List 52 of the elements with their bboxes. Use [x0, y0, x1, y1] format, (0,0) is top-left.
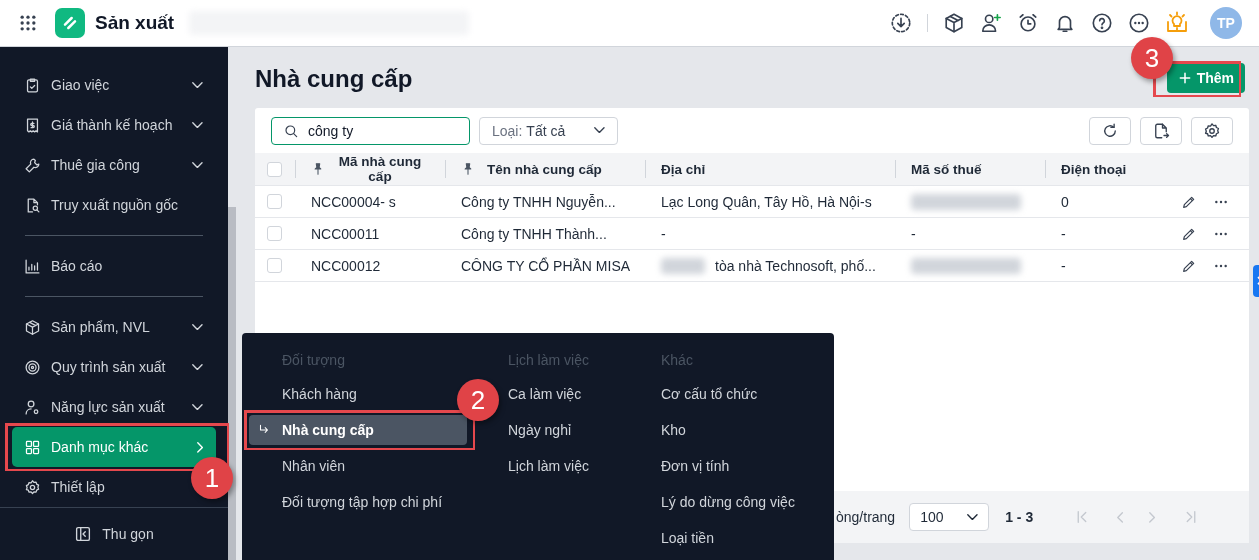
column-header: Tên nhà cung cấp	[487, 161, 602, 177]
menu-group-header: Khác	[661, 350, 693, 370]
table-cell: -	[1061, 257, 1066, 274]
sidebar-item[interactable]: Năng lực sản xuất	[12, 387, 216, 427]
sidebar-item[interactable]: Danh mục khác	[12, 427, 216, 467]
menu-item[interactable]: Kho	[661, 415, 686, 445]
table-cell: Lạc Long Quân, Tây Hồ, Hà Nội-s	[661, 193, 872, 210]
sidebar-item[interactable]: Giá thành kế hoạch	[12, 105, 216, 145]
menu-item[interactable]: Lý do dừng công việc	[661, 487, 795, 517]
page-range: 1 - 3	[1005, 509, 1034, 525]
table-cell: Công ty TNHH Nguyễn...	[461, 193, 616, 210]
menu-item[interactable]: Lịch làm việc	[508, 451, 589, 481]
sidebar-item[interactable]: Giao việc	[12, 65, 216, 105]
table-cell: 0	[1061, 193, 1069, 210]
menu-item[interactable]: Cơ cấu tổ chức	[661, 379, 758, 409]
menu-item[interactable]: Đơn vị tính	[661, 451, 730, 481]
table-cell: NCC00004- s	[311, 193, 396, 210]
page-size-dropdown[interactable]: 100	[909, 503, 990, 531]
collapse-button[interactable]: Thu gọn	[74, 525, 154, 543]
sidebar-item[interactable]: Thiết lập	[12, 467, 118, 507]
table-cell: -	[1061, 225, 1066, 242]
sidebar-item[interactable]: Sản phẩm, NVL	[12, 307, 216, 347]
table-cell: NCC00011	[311, 225, 380, 242]
add-button[interactable]: Thêm	[1166, 62, 1245, 93]
column-header: Mã số thuế	[911, 161, 982, 177]
menu-item[interactable]: Loại tiền	[661, 523, 714, 553]
menu-item[interactable]: Nhân viên	[282, 451, 346, 481]
type-filter-dropdown[interactable]: Loại: Tất cả	[479, 116, 618, 145]
menu-group-header: Đối tượng	[282, 350, 345, 370]
menu-item[interactable]: Ngày nghỉ	[508, 415, 572, 445]
menu-item[interactable]: Nhà cung cấp	[249, 415, 467, 445]
table-cell: CÔNG TY CỔ PHẦN MISA	[461, 257, 631, 274]
table-cell: -	[661, 225, 666, 242]
column-header: Địa chỉ	[661, 161, 706, 177]
menu-item[interactable]: Đối tượng tập hợp chi phí	[282, 487, 443, 517]
menu-item[interactable]: Ca làm việc	[508, 379, 582, 409]
table-cell: tòa nhà Technosoft, phố...	[715, 257, 876, 274]
table-cell: -	[911, 225, 916, 242]
sidebar-item[interactable]: Truy xuất nguồn gốc	[12, 185, 192, 225]
sidebar-item[interactable]: Báo cáo	[12, 246, 116, 286]
search-field[interactable]: công ty	[271, 116, 470, 145]
table-cell: NCC00012	[311, 257, 381, 274]
menu-item[interactable]: Khách hàng	[282, 379, 357, 409]
rows-per-page-label: òng/trang	[836, 509, 896, 525]
sidebar-item[interactable]: Quy trình sản xuất	[12, 347, 216, 387]
sidebar-item[interactable]: Thuê gia công	[12, 145, 216, 185]
page-title: Nhà cung cấp	[255, 63, 413, 93]
app-title: Sản xuất	[95, 12, 175, 34]
column-header: Điện thoại	[1061, 161, 1127, 177]
menu-group-header: Lịch làm việc	[508, 350, 589, 370]
table-cell: Công ty TNHH Thành...	[461, 225, 607, 242]
column-header: Mã nhà cung cấp	[337, 154, 423, 184]
